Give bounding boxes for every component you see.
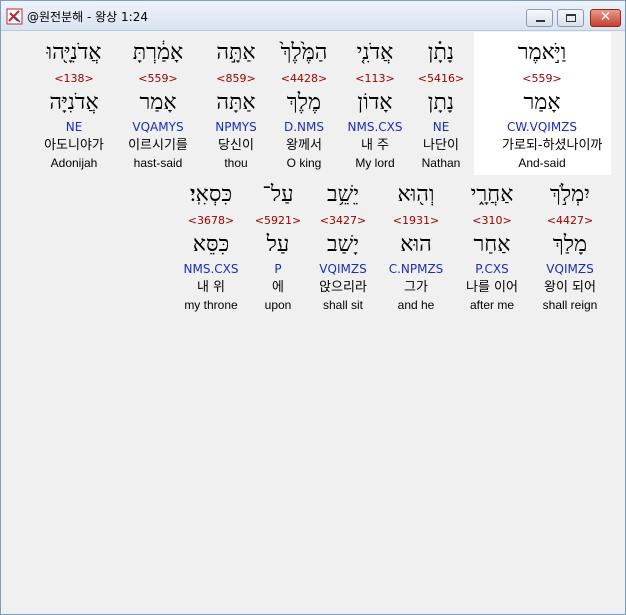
strong-number[interactable]: <3678> <box>171 214 251 227</box>
hebrew-word: הַמֶּ֙לֶךְ֙ <box>280 40 328 65</box>
maximize-icon <box>566 14 576 22</box>
korean-gloss: 이르시기를 <box>128 138 188 153</box>
minimize-button[interactable] <box>526 9 553 27</box>
parsing-code: NPMYS <box>215 120 257 134</box>
english-gloss: And-said <box>518 156 566 170</box>
parsing-code: CW.VQIMZS <box>506 120 578 134</box>
english-gloss: shall reign <box>542 298 598 312</box>
english-gloss: Adonijah <box>50 156 98 170</box>
english-gloss: thou <box>224 156 248 170</box>
strong-number[interactable]: <138> <box>34 72 114 85</box>
hebrew-word: אַחֲרָ֑י <box>470 182 514 207</box>
lemma: אָדוֹן <box>357 90 393 115</box>
korean-gloss: 내 위 <box>196 280 226 295</box>
strong-number[interactable]: <310> <box>452 214 532 227</box>
hebrew-word: יִמְלֹ֣ךְ <box>550 182 590 207</box>
lemma: מָלַךְ <box>552 232 588 257</box>
hebrew-word: אֲדֹנִיָּ֖הוּ <box>46 40 102 65</box>
parsing-code: P.CXS <box>475 262 509 276</box>
korean-gloss: 내 주 <box>360 138 390 153</box>
strong-number[interactable]: <559> <box>118 72 198 85</box>
korean-gloss: 왕이 되어 <box>544 280 596 295</box>
window-title: @원전분해 - 왕상 1:24 <box>27 10 148 24</box>
hebrew-word: אֲדֹנִ֤י <box>356 40 394 65</box>
analysis-pane: וַיֹּ֣אמֶר <559> אָמַר CW.VQIMZS 가로되-하셨나… <box>2 32 624 614</box>
parsing-code: VQAMYS <box>132 120 184 134</box>
lemma: אַתָּה <box>216 90 256 115</box>
english-gloss: O king <box>286 156 322 170</box>
hebrew-word: אַתָּ֣ה <box>216 40 256 65</box>
lemma: אָמַר <box>139 90 177 115</box>
korean-gloss: 아도니야가 <box>44 138 104 153</box>
parsing-code: VQIMZS <box>546 262 594 276</box>
parsing-code: NE <box>65 120 83 134</box>
korean-gloss: 나를 이어 <box>466 280 518 295</box>
english-gloss: My lord <box>355 156 395 170</box>
lemma: אֲדֹנִיָּה <box>49 90 99 115</box>
parsing-code: NMS.CXS <box>347 120 403 134</box>
close-button[interactable]: ✕ <box>590 9 621 27</box>
hebrew-word: וַיֹּ֣אמֶר <box>517 40 567 65</box>
lemma: אַחַר <box>473 232 511 257</box>
english-gloss: and he <box>397 298 435 312</box>
strong-number[interactable]: <559> <box>502 72 582 85</box>
close-icon: ✕ <box>599 9 612 25</box>
strong-number[interactable]: <113> <box>335 72 415 85</box>
app-icon <box>6 8 23 25</box>
parsing-code: D.NMS <box>283 120 324 134</box>
lemma: הוּא <box>400 232 432 257</box>
hebrew-word: וְה֖וּא <box>397 182 435 207</box>
korean-gloss: 당신이 <box>218 138 254 153</box>
hebrew-word: אָמַ֔רְתָּ <box>132 40 184 65</box>
hebrew-word: כִּסְאִֽי׃ <box>189 182 233 207</box>
strong-number[interactable]: <4427> <box>530 214 610 227</box>
lemma: מֶלֶךְ <box>286 90 322 115</box>
korean-gloss: 왕께서 <box>286 138 322 153</box>
korean-gloss: 가로되-하셨나이까 <box>502 138 603 153</box>
lemma: אָמַר <box>523 90 561 115</box>
app-window: @원전분해 - 왕상 1:24 ✕ וַיֹּ֣אמֶר <559> אָמַר… <box>0 0 626 615</box>
parsing-code: C.NPMZS <box>388 262 444 276</box>
minimize-icon <box>536 20 545 22</box>
maximize-button[interactable] <box>557 9 584 27</box>
lemma: כִּסֵּא <box>192 232 230 257</box>
strong-number[interactable]: <4428> <box>264 72 344 85</box>
title-bar[interactable]: @원전분해 - 왕상 1:24 ✕ <box>1 1 625 31</box>
strong-number[interactable]: <1931> <box>376 214 456 227</box>
korean-gloss: 그가 <box>404 280 428 295</box>
english-gloss: hast-said <box>133 156 183 170</box>
english-gloss: after me <box>469 298 514 312</box>
parsing-code: NMS.CXS <box>183 262 239 276</box>
strong-number[interactable]: <859> <box>196 72 276 85</box>
english-gloss: my throne <box>184 298 238 312</box>
